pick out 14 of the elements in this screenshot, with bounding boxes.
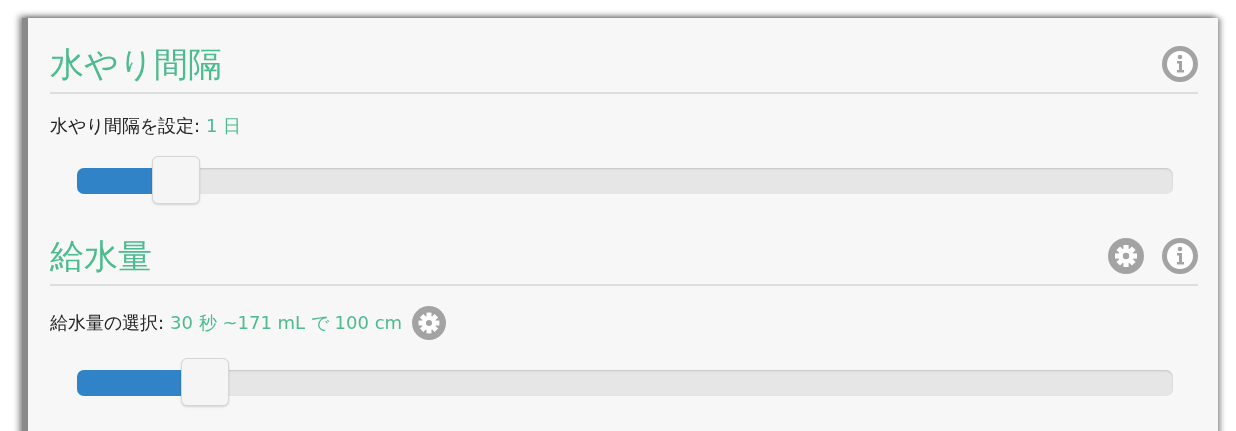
info-icon[interactable]: [1162, 238, 1198, 274]
setting-label: 給水量の選択:: [50, 311, 165, 335]
setting-label: 水やり間隔を設定:: [50, 114, 201, 138]
slider-handle[interactable]: [151, 156, 200, 204]
settings-icon[interactable]: [412, 306, 447, 340]
setting-value: 1 日: [206, 114, 242, 138]
section-title: 給水量: [50, 235, 152, 278]
setting-value: 30 秒 ~171 mL で 100 cm: [170, 311, 403, 335]
slider[interactable]: [77, 358, 1173, 408]
settings-icon[interactable]: [1108, 238, 1144, 274]
section-title: 水やり間隔: [50, 43, 222, 86]
info-icon[interactable]: [1162, 46, 1198, 82]
slider-handle[interactable]: [181, 358, 230, 406]
slider[interactable]: [77, 156, 1173, 206]
